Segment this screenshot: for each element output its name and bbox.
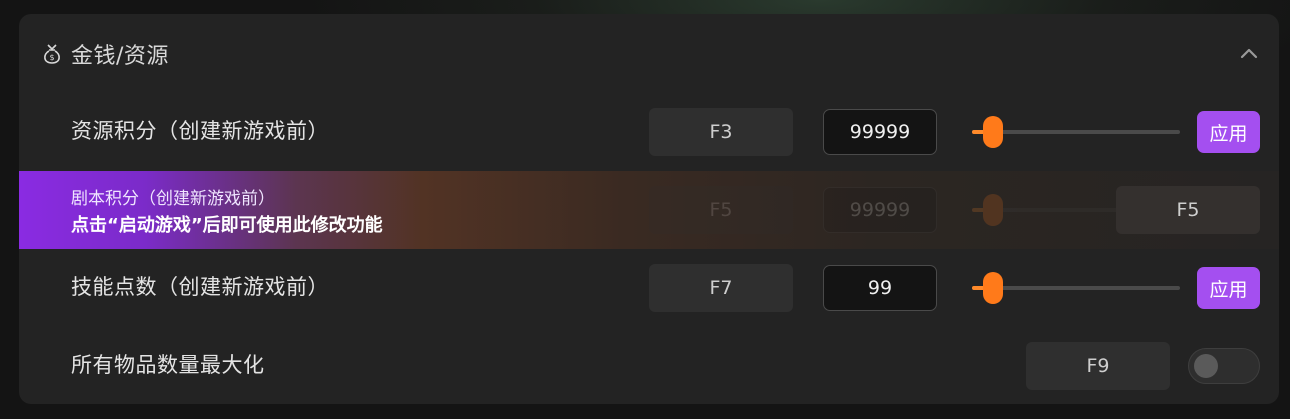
max-items-label: 所有物品数量最大化: [71, 353, 265, 377]
script-points-action-hotkey-button[interactable]: F5: [1116, 186, 1260, 234]
skill-points-apply-button[interactable]: 应用: [1197, 267, 1260, 309]
skill-points-input[interactable]: [823, 265, 937, 311]
row-script-points-disabled: F5 99999: [19, 171, 1279, 249]
script-points-input: 99999: [823, 187, 937, 233]
chevron-up-icon[interactable]: [1237, 42, 1261, 66]
script-points-label: 剧本积分（创建新游戏前）: [71, 189, 275, 209]
slider-thumb[interactable]: [982, 272, 1003, 304]
skill-points-hotkey-button[interactable]: F7: [649, 264, 793, 312]
resource-points-apply-button[interactable]: 应用: [1197, 111, 1260, 153]
skill-points-label: 技能点数（创建新游戏前）: [71, 275, 329, 299]
resource-points-input[interactable]: [823, 109, 937, 155]
slider-thumb[interactable]: [982, 116, 1003, 148]
slider-track: [972, 286, 1180, 290]
resource-points-hotkey-button[interactable]: F3: [649, 108, 793, 156]
section-title: 金钱/资源: [71, 44, 169, 69]
section-header[interactable]: $ 金钱/资源: [19, 14, 1279, 92]
launch-game-notice: 点击“启动游戏”后即可使用此修改功能: [71, 215, 383, 236]
slider-thumb: [982, 194, 1003, 226]
script-points-hotkey-button: F5: [649, 186, 793, 234]
toggle-knob: [1194, 354, 1218, 378]
max-items-toggle[interactable]: [1188, 348, 1260, 384]
max-items-hotkey-button[interactable]: F9: [1026, 342, 1170, 390]
money-bag-icon: $: [41, 42, 63, 66]
resource-points-label: 资源积分（创建新游戏前）: [71, 119, 329, 143]
money-resources-panel: $ 金钱/资源 资源积分（创建新游戏前） F3 应用 F5 99999: [19, 14, 1279, 404]
svg-text:$: $: [49, 53, 54, 62]
resource-points-slider[interactable]: [972, 116, 1180, 148]
skill-points-slider[interactable]: [972, 272, 1180, 304]
slider-track: [972, 130, 1180, 134]
